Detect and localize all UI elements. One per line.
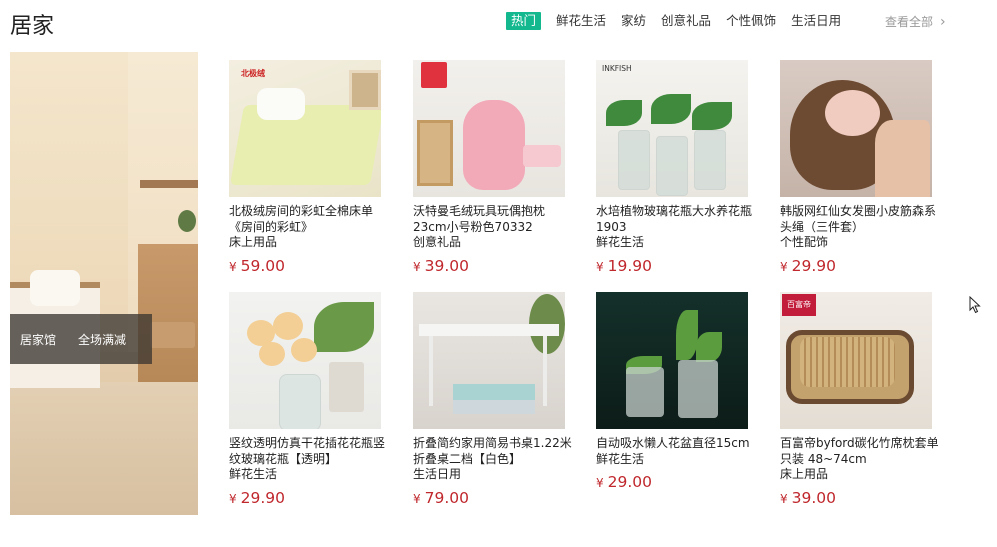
banner-labels: 居家馆 全场满减 xyxy=(10,314,152,364)
tab-flowers[interactable]: 鲜花生活 xyxy=(556,12,606,30)
product-card[interactable]: 沃特曼毛绒玩具玩偶抱枕23cm小号粉色70332 创意礼品 ¥39.00 xyxy=(413,60,568,275)
tab-accessories[interactable]: 个性佩饰 xyxy=(726,12,776,30)
product-price: ¥29.90 xyxy=(229,489,384,507)
view-all-link[interactable]: 查看全部 › xyxy=(885,13,946,30)
brand-logo: INKFISH xyxy=(602,64,632,73)
currency-symbol: ¥ xyxy=(596,259,604,274)
currency-symbol: ¥ xyxy=(413,491,421,506)
tab-gifts[interactable]: 创意礼品 xyxy=(661,12,711,30)
mouse-cursor-icon xyxy=(969,296,981,314)
currency-symbol: ¥ xyxy=(596,476,604,490)
product-card[interactable]: INKFISH 水培植物玻璃花瓶大水养花瓶1903 鲜花生活 ¥19.90 xyxy=(596,60,752,275)
product-price: ¥79.00 xyxy=(413,489,568,507)
chevron-right-icon: › xyxy=(940,13,946,30)
product-category: 鲜花生活 xyxy=(229,467,278,481)
product-title[interactable]: 百富帝byford碳化竹席枕套单只装 48~74cm xyxy=(780,436,939,466)
product-card[interactable]: 折叠简约家用简易书桌1.22米折叠桌二档【白色】 生活日用 ¥79.00 xyxy=(413,292,572,507)
product-image[interactable]: 北极绒 xyxy=(229,60,381,197)
product-name[interactable]: 韩版网红仙女发圈小皮筋森系头绳（三件套） 个性配饰 xyxy=(780,204,940,251)
currency-symbol: ¥ xyxy=(229,491,237,506)
product-image[interactable] xyxy=(596,292,748,429)
product-name[interactable]: 折叠简约家用简易书桌1.22米折叠桌二档【白色】 生活日用 xyxy=(413,436,573,483)
brand-logo: 北极绒 xyxy=(241,69,265,78)
price-value: 79.00 xyxy=(424,488,470,507)
view-all-label: 查看全部 xyxy=(885,15,934,29)
banner-plant xyxy=(178,210,196,232)
product-name[interactable]: 自动吸水懒人花盆直径15cm 鲜花生活 xyxy=(596,436,756,467)
page-title: 居家 xyxy=(10,14,55,39)
product-name[interactable]: 北极绒房间的彩虹全棉床单《房间的彩虹》 床上用品 xyxy=(229,204,389,251)
product-card[interactable]: 北极绒 北极绒房间的彩虹全棉床单《房间的彩虹》 床上用品 ¥59.00 xyxy=(229,60,384,275)
product-card[interactable]: 韩版网红仙女发圈小皮筋森系头绳（三件套） 个性配饰 ¥29.90 xyxy=(780,60,936,275)
banner-shelf xyxy=(140,180,198,188)
product-image[interactable] xyxy=(413,292,565,429)
brand-logo xyxy=(421,62,447,88)
product-price: ¥59.00 xyxy=(229,257,384,275)
product-image[interactable] xyxy=(413,60,565,197)
banner-stool xyxy=(150,322,195,348)
product-title[interactable]: 韩版网红仙女发圈小皮筋森系头绳（三件套） xyxy=(780,204,936,234)
product-image[interactable] xyxy=(229,292,381,429)
price-value: 29.90 xyxy=(240,488,286,507)
price-value: 59.00 xyxy=(240,256,286,275)
product-title[interactable]: 沃特曼毛绒玩具玩偶抱枕23cm小号粉色70332 xyxy=(413,204,545,234)
home-banner[interactable]: 居家馆 全场满减 xyxy=(10,52,198,515)
product-title[interactable]: 水培植物玻璃花瓶大水养花瓶1903 xyxy=(596,204,752,234)
product-price: ¥39.00 xyxy=(413,257,568,275)
price-value: 39.00 xyxy=(424,256,470,275)
product-price: ¥29.90 xyxy=(780,257,935,275)
product-image[interactable]: INKFISH xyxy=(596,60,748,197)
product-category: 创意礼品 xyxy=(413,235,462,249)
banner-pillow xyxy=(30,270,80,306)
product-category: 鲜花生活 xyxy=(596,451,645,466)
product-price: ¥39.00 xyxy=(780,489,935,507)
banner-floor xyxy=(10,382,198,515)
product-card[interactable]: 竖纹透明仿真干花插花花瓶竖纹玻璃花瓶【透明】 鲜花生活 ¥29.90 xyxy=(229,292,385,507)
product-title[interactable]: 北极绒房间的彩虹全棉床单《房间的彩虹》 xyxy=(229,204,373,234)
product-title[interactable]: 自动吸水懒人花盆直径15cm xyxy=(596,436,750,450)
brand-logo: 百富帝 xyxy=(782,294,816,316)
product-title[interactable]: 竖纹透明仿真干花插花花瓶竖纹玻璃花瓶【透明】 xyxy=(229,436,385,466)
product-title[interactable]: 折叠简约家用简易书桌1.22米折叠桌二档【白色】 xyxy=(413,436,572,466)
tab-textiles[interactable]: 家纺 xyxy=(621,12,646,30)
product-price: ¥29.00 xyxy=(596,473,751,491)
category-tabs: 热门 鲜花生活 家纺 创意礼品 个性佩饰 生活日用 xyxy=(506,12,856,30)
tab-daily-use[interactable]: 生活日用 xyxy=(791,12,841,30)
currency-symbol: ¥ xyxy=(229,259,237,274)
product-category: 床上用品 xyxy=(780,467,829,481)
banner-link-discount[interactable]: 全场满减 xyxy=(78,331,126,348)
price-value: 39.00 xyxy=(791,488,837,507)
product-category: 鲜花生活 xyxy=(596,235,645,249)
product-card[interactable]: 自动吸水懒人花盆直径15cm 鲜花生活 ¥29.00 xyxy=(596,292,751,491)
product-name[interactable]: 百富帝byford碳化竹席枕套单只装 48~74cm 床上用品 xyxy=(780,436,940,483)
banner-link-home-hall[interactable]: 居家馆 xyxy=(20,331,56,348)
product-price: ¥19.90 xyxy=(596,257,751,275)
product-image[interactable] xyxy=(780,60,932,197)
price-value: 29.00 xyxy=(607,473,653,491)
currency-symbol: ¥ xyxy=(413,259,421,274)
product-category: 个性配饰 xyxy=(780,235,829,249)
price-value: 19.90 xyxy=(607,256,653,275)
product-card[interactable]: 百富帝 百富帝byford碳化竹席枕套单只装 48~74cm 床上用品 ¥39.… xyxy=(780,292,939,507)
product-category: 床上用品 xyxy=(229,235,278,249)
product-category: 生活日用 xyxy=(413,467,462,481)
currency-symbol: ¥ xyxy=(780,259,788,274)
product-name[interactable]: 水培植物玻璃花瓶大水养花瓶1903 鲜花生活 xyxy=(596,204,756,251)
product-name[interactable]: 竖纹透明仿真干花插花花瓶竖纹玻璃花瓶【透明】 鲜花生活 xyxy=(229,436,389,483)
product-image[interactable]: 百富帝 xyxy=(780,292,932,429)
currency-symbol: ¥ xyxy=(780,491,788,506)
tab-hot[interactable]: 热门 xyxy=(506,12,542,30)
price-value: 29.90 xyxy=(791,256,837,275)
product-name[interactable]: 沃特曼毛绒玩具玩偶抱枕23cm小号粉色70332 创意礼品 xyxy=(413,204,573,251)
